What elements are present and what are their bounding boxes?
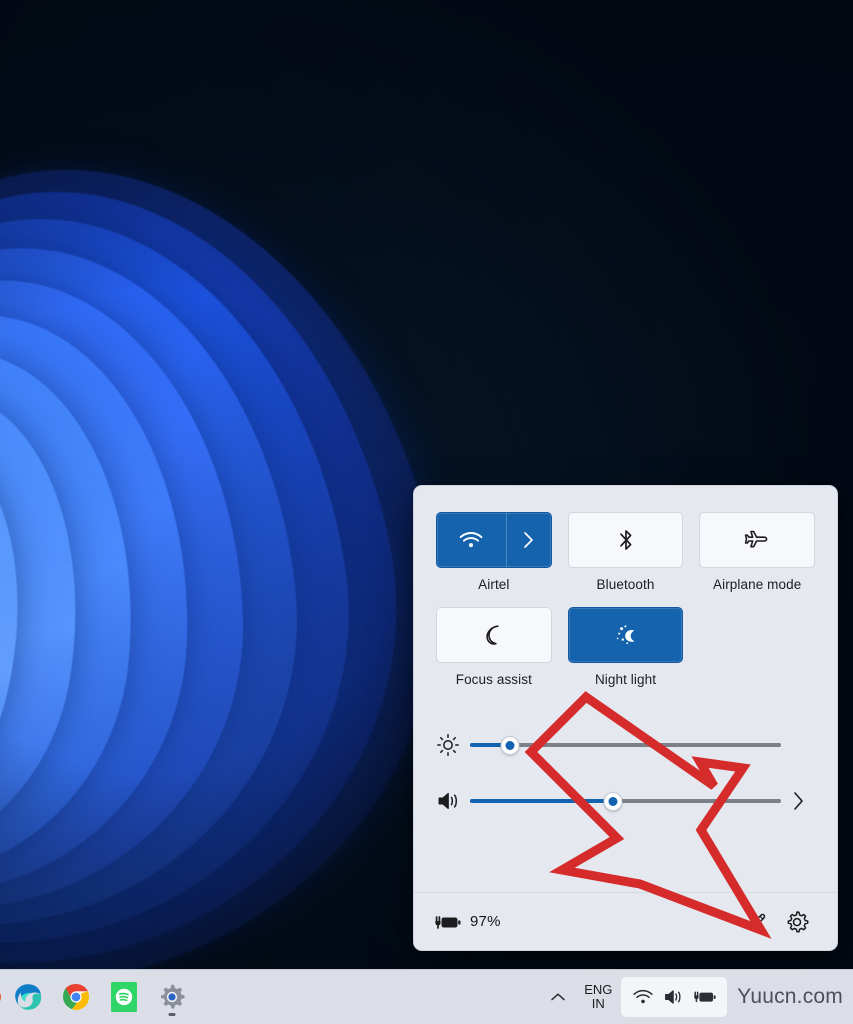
edge-icon: [15, 984, 42, 1010]
tray-wifi-icon-wrap[interactable]: [630, 984, 656, 1010]
taskbar-apps: [0, 973, 196, 1021]
tile-focus-assist[interactable]: [436, 606, 552, 663]
tray-language-line1: ENG: [584, 982, 613, 998]
tray-language-indicator[interactable]: ENG IN: [575, 975, 621, 1019]
tile-row-1: Airtel Bluetooth Airplane mode: [436, 512, 816, 593]
quick-settings-footer: 97%: [414, 892, 837, 950]
wifi-icon: [459, 532, 483, 548]
battery-status[interactable]: 97%: [434, 912, 501, 932]
battery-charging-icon: [694, 991, 716, 1003]
brightness-icon: [437, 734, 459, 756]
tile-cell-airplane: Airplane mode: [699, 512, 816, 593]
site-watermark: Yuucn.com: [737, 985, 843, 1008]
battery-charging-icon: [435, 915, 461, 929]
taskbar-item-settings[interactable]: [148, 973, 196, 1021]
quick-settings-tiles: Airtel Bluetooth Airplane mode Focus ass…: [414, 486, 837, 687]
tile-wifi[interactable]: [436, 512, 552, 568]
night-light-icon: [616, 624, 634, 644]
tile-wifi-expand[interactable]: [507, 513, 551, 567]
volume-icon: [438, 792, 457, 810]
chevron-right-icon: [524, 532, 534, 548]
tile-cell-wifi: Airtel: [436, 512, 552, 593]
volume-icon-wrap: [436, 789, 470, 813]
bloom-wallpaper-graphic: [0, 60, 516, 1024]
volume-thumb[interactable]: [603, 791, 623, 811]
tile-label-night-light: Night light: [594, 671, 657, 687]
chevron-up-icon: [551, 993, 566, 1001]
tray-language-line2: IN: [591, 996, 605, 1011]
tile-label-bluetooth: Bluetooth: [596, 577, 655, 592]
gear-icon: [787, 910, 809, 933]
moon-icon: [486, 624, 499, 645]
bluetooth-icon: [619, 530, 631, 550]
tray-quick-settings-button[interactable]: [621, 977, 728, 1017]
taskbar[interactable]: ENG IN Yuucn.com: [0, 969, 853, 1024]
volume-track-fill: [470, 799, 614, 804]
tile-airplane-mode[interactable]: [699, 512, 816, 568]
edit-quick-settings-button[interactable]: [737, 902, 777, 942]
quick-settings-panel[interactable]: Airtel Bluetooth Airplane mode Focus ass…: [413, 485, 838, 951]
tile-label-airplane: Airplane mode: [713, 577, 802, 592]
system-tray: ENG IN Yuucn.com: [541, 975, 853, 1019]
wifi-icon: [633, 989, 653, 1004]
tile-bluetooth[interactable]: [567, 512, 684, 568]
taskbar-running-indicator: [168, 1013, 176, 1016]
tile-label-focus-assist: Focus assist: [455, 671, 532, 687]
tile-row-2-spacer: [699, 607, 815, 688]
tile-cell-focus-assist: Focus assist: [436, 606, 552, 688]
brightness-slider[interactable]: [470, 735, 781, 755]
tile-night-light[interactable]: [567, 606, 684, 663]
pencil-icon: [748, 913, 766, 930]
brightness-slider-row: [436, 717, 815, 773]
spotify-icon: [111, 982, 137, 1012]
tray-overflow-button[interactable]: [541, 977, 575, 1017]
taskbar-item-chrome[interactable]: [52, 973, 100, 1021]
taskbar-item-spotify[interactable]: [100, 973, 148, 1021]
tray-battery-icon-wrap[interactable]: [692, 984, 718, 1010]
tile-row-2: Focus assist Night light: [436, 606, 815, 688]
tile-label-wifi: Airtel: [478, 577, 510, 592]
open-settings-button[interactable]: [777, 902, 817, 942]
brightness-thumb[interactable]: [500, 735, 520, 755]
chevron-right-icon: [793, 792, 803, 810]
quick-settings-sliders: [414, 701, 837, 829]
volume-slider-row: [436, 773, 815, 829]
tile-wifi-toggle[interactable]: [437, 513, 506, 567]
battery-percent-label: 97%: [470, 913, 501, 930]
settings-gear-icon: [161, 984, 185, 1009]
volume-slider[interactable]: [470, 791, 781, 811]
taskbar-item-edge[interactable]: [4, 973, 52, 1021]
tile-cell-night-light: Night light: [567, 606, 684, 688]
brightness-icon-wrap: [436, 733, 470, 757]
volume-expand-button[interactable]: [781, 790, 815, 812]
airplane-icon: [744, 530, 768, 548]
volume-icon: [665, 990, 681, 1004]
tray-volume-icon-wrap[interactable]: [661, 984, 687, 1010]
chrome-icon: [63, 984, 89, 1010]
tile-cell-bluetooth: Bluetooth: [567, 512, 684, 593]
